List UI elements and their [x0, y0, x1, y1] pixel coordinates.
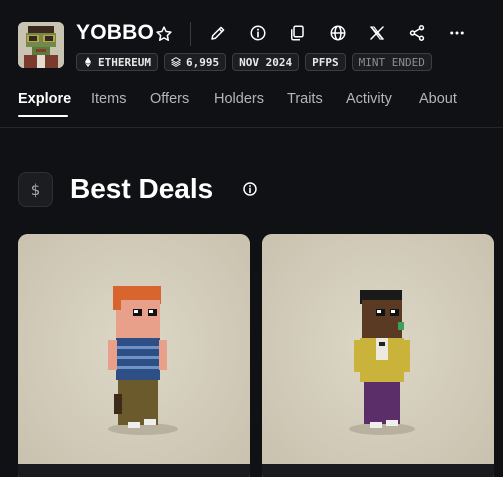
date-tag: NOV 2024 — [232, 53, 300, 71]
mint-status-tag: MINT ENDED — [351, 53, 432, 71]
x-logo-icon[interactable] — [367, 23, 387, 43]
tab-holders[interactable]: Holders — [214, 91, 264, 107]
copy-icon[interactable] — [287, 23, 307, 43]
nft-image-redhead — [18, 234, 250, 477]
chain-label: ETHEREUM — [98, 55, 151, 69]
category-tag[interactable]: PFPS — [305, 53, 346, 71]
collection-tags: ETHEREUM 6,995 NOV 2024 PFPS MINT ENDED — [76, 53, 432, 71]
collection-tabs: Explore Items Offers Holders Traits Acti… — [0, 78, 503, 128]
tab-activity[interactable]: Activity — [346, 91, 392, 107]
collection-avatar[interactable] — [18, 22, 64, 68]
category-label: PFPS — [312, 55, 339, 69]
share-icon[interactable] — [407, 23, 427, 43]
nft-card[interactable] — [262, 234, 494, 477]
info-icon[interactable] — [248, 23, 268, 43]
tab-items[interactable]: Items — [91, 91, 126, 107]
tab-traits[interactable]: Traits — [287, 91, 323, 107]
mint-status-label: MINT ENDED — [358, 55, 425, 69]
collection-header: YOBBO ETHEREUM 6,995 NOV 2024 PFPS MINT … — [0, 0, 503, 78]
collection-title: YOBBO — [76, 21, 155, 44]
section-title: Best Deals — [70, 173, 214, 204]
dollar-icon: $ — [18, 172, 53, 207]
tab-offers[interactable]: Offers — [150, 91, 189, 107]
section-info-icon[interactable] — [242, 181, 258, 197]
nft-image-yellow-jacket — [262, 234, 494, 477]
date-label: NOV 2024 — [239, 55, 293, 69]
tab-explore[interactable]: Explore — [18, 91, 71, 107]
nft-card[interactable] — [18, 234, 250, 477]
pencil-icon[interactable] — [208, 23, 228, 43]
supply-label: 6,995 — [185, 55, 220, 69]
tab-about[interactable]: About — [419, 91, 457, 107]
ethereum-icon — [84, 57, 92, 67]
chain-tag[interactable]: ETHEREUM — [76, 53, 158, 71]
favorite-star-icon[interactable] — [155, 25, 173, 43]
supply-tag[interactable]: 6,995 — [163, 53, 227, 71]
yobbo-pixel-avatar-icon — [18, 22, 64, 68]
card-footer — [18, 464, 250, 477]
header-divider — [190, 22, 191, 46]
layers-icon — [171, 57, 181, 67]
card-footer — [262, 464, 494, 477]
active-tab-indicator — [18, 115, 68, 117]
globe-icon[interactable] — [328, 23, 348, 43]
ellipsis-icon[interactable] — [447, 23, 467, 43]
